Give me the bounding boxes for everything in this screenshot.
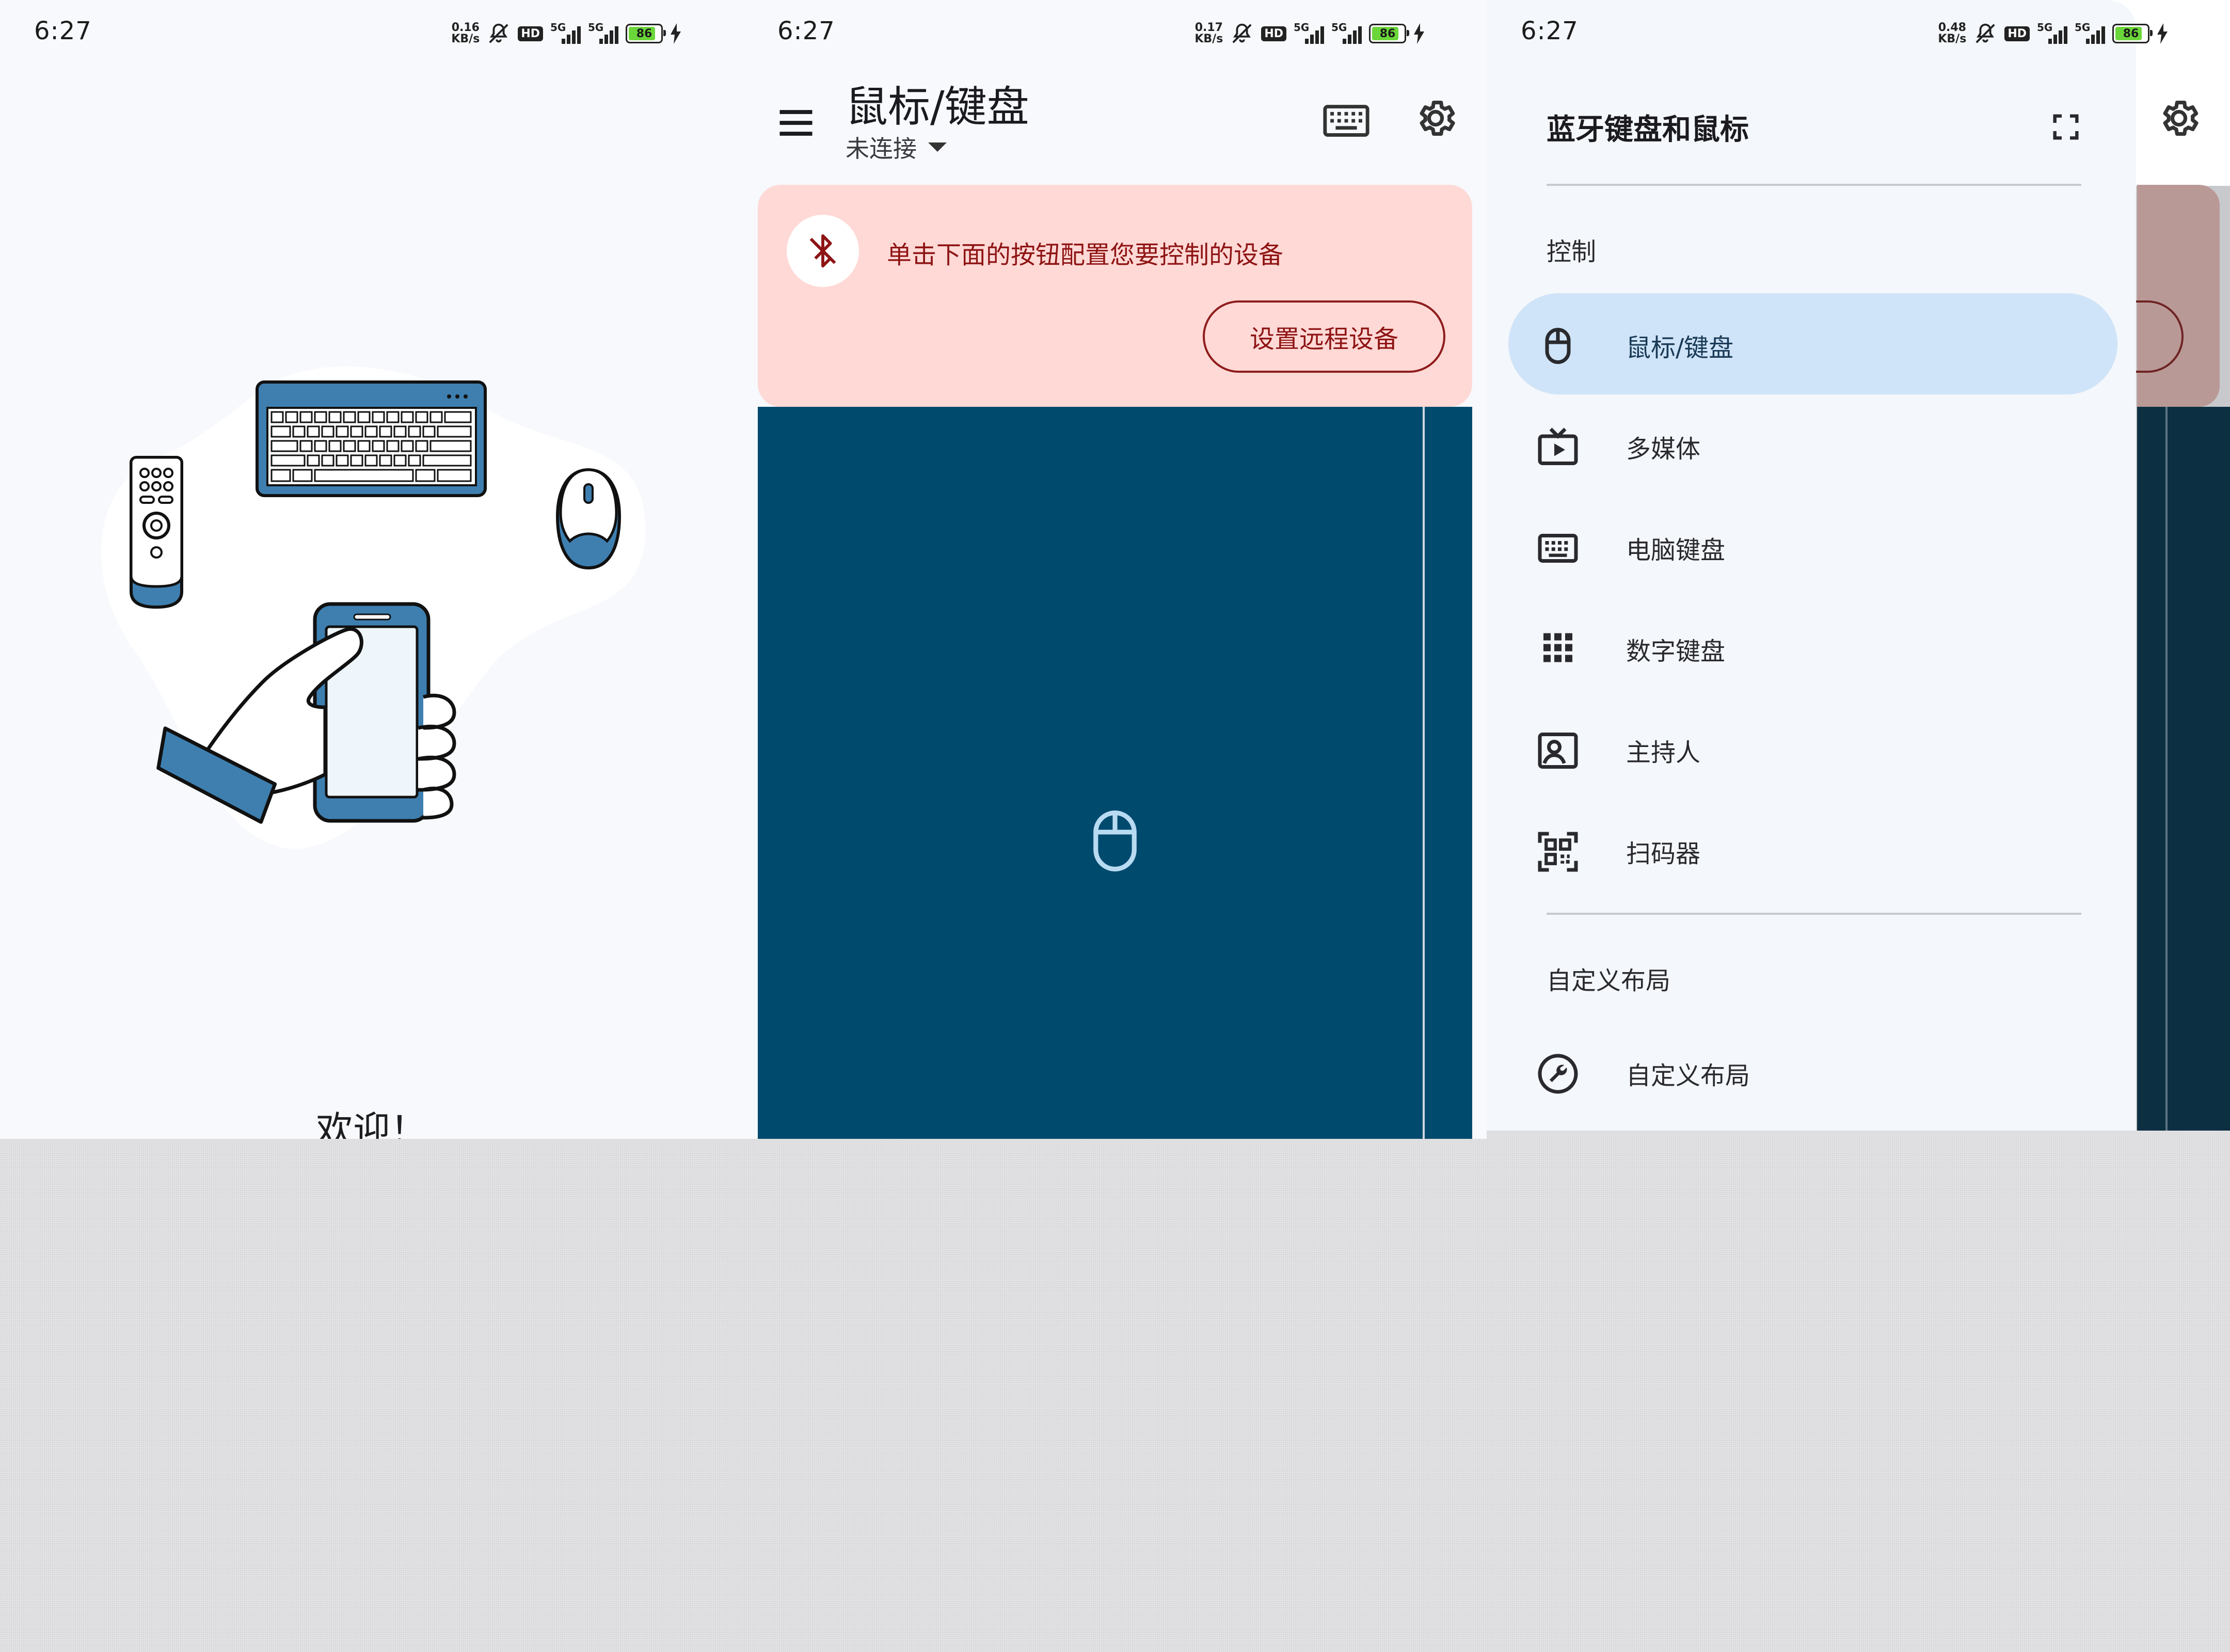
net-speed: 0.17 KB/s (1194, 21, 1223, 45)
section-custom-layout-label: 自定义布局 (1547, 966, 1671, 995)
drawer-item-label: 电脑键盘 (1626, 536, 1726, 565)
welcome-illustration (101, 366, 646, 849)
mute-icon (489, 23, 508, 43)
navigation-drawer-screen: 6:27 0.48 KB/s HD 5G 5G 86 蓝牙键盘和鼠标 控制 鼠标/… (1487, 0, 2230, 1131)
drawer-item-custom-layout[interactable]: 自定义布局 (1508, 1021, 2117, 1122)
welcome-title: 欢迎！ (315, 1108, 427, 1139)
menu-icon[interactable] (774, 101, 818, 145)
drawer-divider (1547, 913, 2081, 915)
status-bar: 6:27 0.16 KB/s HD 5G 5G 86 (0, 0, 743, 67)
signal-icon: 5G (2037, 21, 2067, 44)
drawer-item-label: 鼠标/键盘 (1626, 333, 1734, 362)
drawer-item-presenter[interactable]: 主持人 (1508, 698, 2117, 799)
dimmed-banner (2137, 185, 2220, 407)
scroll-strip[interactable] (1423, 407, 1425, 1139)
keyboard-icon[interactable] (1321, 99, 1371, 142)
banner-message: 单击下面的按钮配置您要控制的设备 (887, 241, 1284, 269)
chevron-down-icon (928, 142, 947, 152)
connection-selector[interactable]: 未连接 (846, 130, 947, 164)
battery-icon: 86 (1369, 24, 1409, 43)
status-time: 6:27 (1521, 17, 1579, 45)
charging-icon (1414, 23, 1424, 44)
dimmed-scroll-strip (2165, 407, 2168, 1131)
status-time: 6:27 (34, 17, 92, 45)
fullscreen-icon[interactable] (2049, 110, 2082, 144)
bluetooth-disabled-icon (787, 215, 859, 287)
drawer-item-label: 多媒体 (1626, 435, 1701, 464)
mouse-icon (1093, 811, 1137, 871)
mouse-keyboard-screen: 6:27 0.17 KB/s HD 5G 5G 86 鼠标/键盘 未连接 单击下面… (743, 0, 1487, 1139)
drawer-item-label: 数字键盘 (1626, 637, 1726, 666)
signal-icon: 5G (1331, 21, 1362, 44)
hd-voice-icon: HD (2004, 26, 2030, 41)
status-time: 6:27 (777, 17, 835, 45)
drawer-title: 蓝牙键盘和鼠标 (1547, 113, 1749, 147)
signal-icon: 5G (550, 21, 581, 44)
gear-icon[interactable] (1413, 96, 1458, 140)
presenter-icon (1538, 733, 1578, 769)
drawer-item-label: 主持人 (1626, 738, 1701, 767)
mouse-illustration-icon (555, 468, 622, 570)
gear-icon (2163, 100, 2199, 136)
connection-status: 未连接 (846, 135, 917, 163)
signal-icon: 5G (1294, 21, 1324, 44)
welcome-screen: 6:27 0.16 KB/s HD 5G 5G 86 欢迎！ (0, 0, 743, 1139)
signal-icon: 5G (588, 21, 618, 44)
touchpad[interactable] (758, 407, 1472, 1139)
drawer-item-label: 自定义布局 (1626, 1061, 1750, 1090)
charging-icon (2157, 23, 2168, 44)
numpad-icon (1543, 633, 1572, 662)
battery-icon: 86 (626, 24, 666, 43)
status-icons: 0.16 KB/s HD 5G 5G 86 (451, 20, 681, 47)
setup-remote-device-button[interactable]: 设置远程设备 (1203, 300, 1445, 373)
mute-icon (1976, 23, 1995, 43)
qr-scanner-icon (1538, 832, 1578, 872)
drawer-item-qr-scanner[interactable]: 扫码器 (1508, 799, 2117, 900)
keyboard-icon (1538, 534, 1578, 563)
battery-icon: 86 (2112, 24, 2153, 43)
net-speed: 0.48 KB/s (1938, 21, 1967, 45)
charging-icon (671, 23, 681, 44)
signal-icon: 5G (2075, 21, 2105, 44)
status-icons: 0.17 KB/s HD 5G 5G 86 (1194, 20, 1425, 47)
drawer-item-pc-keyboard[interactable]: 电脑键盘 (1508, 496, 2117, 597)
navigation-drawer: 6:27 0.48 KB/s HD 5G 5G 86 蓝牙键盘和鼠标 控制 鼠标/… (1487, 0, 2168, 1131)
drawer-item-mouse-keyboard[interactable]: 鼠标/键盘 (1508, 293, 2117, 394)
wrench-icon (1538, 1054, 1578, 1094)
section-control-label: 控制 (1547, 237, 1597, 266)
drawer-item-multimedia[interactable]: 多媒体 (1508, 394, 2117, 496)
dimmed-touchpad (2137, 407, 2230, 1131)
mouse-icon (1545, 328, 1571, 364)
drawer-item-numpad[interactable]: 数字键盘 (1508, 597, 2117, 698)
drawer-item-label: 扫码器 (1626, 839, 1701, 868)
tv-play-icon (1538, 427, 1578, 465)
status-bar: 6:27 0.48 KB/s HD 5G 5G 86 (1487, 0, 2230, 67)
setup-banner: 单击下面的按钮配置您要控制的设备 设置远程设备 (758, 185, 1472, 407)
hd-voice-icon: HD (1261, 26, 1286, 41)
status-bar: 6:27 0.17 KB/s HD 5G 5G 86 (743, 0, 1487, 67)
remote-illustration-icon (130, 456, 183, 609)
keyboard-illustration-icon (256, 380, 487, 497)
hd-voice-icon: HD (518, 26, 543, 41)
mute-icon (1232, 23, 1252, 43)
page-title: 鼠标/键盘 (846, 83, 1029, 132)
status-icons: 0.48 KB/s HD 5G 5G 86 (1938, 20, 2168, 47)
drawer-divider (1547, 184, 2081, 186)
net-speed: 0.16 KB/s (451, 21, 480, 45)
